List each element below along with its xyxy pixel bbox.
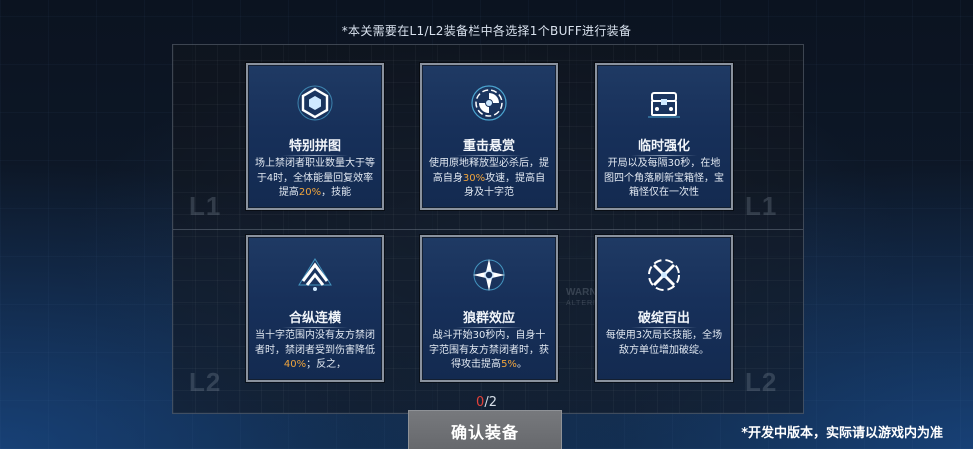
desc-text: 当十字范围内没有友方禁闭者时，禁闭者受到伤害降低 — [255, 330, 375, 356]
desc-text-tail: ，技能 — [321, 187, 352, 198]
desc-highlight: 5% — [501, 359, 517, 370]
card-description: 当十字范围内没有友方禁闭者时，禁闭者受到伤害降低 40%；反之， — [254, 329, 376, 375]
row-label-l2-left: L2 — [189, 367, 222, 397]
desc-text-tail: ；反之， — [306, 359, 347, 370]
card-title: 狼群效应 — [462, 311, 515, 326]
card-description: 开局以及每隔30秒，在地图四个角落刷新宝箱怪，宝箱怪仅在一次性 — [603, 157, 725, 203]
counter-total: /2 — [484, 395, 497, 410]
card-description: 每使用3次局长技能，全场敌方单位增加破绽。 — [603, 329, 725, 375]
desc-text: 每使用3次局长技能，全场敌方单位增加破绽。 — [605, 330, 723, 356]
card-description: 场上禁闭者职业数量大于等于4时，全体能量回复效率提高20%，技能 — [254, 157, 376, 203]
buff-card-heavy-bounty[interactable]: 重击悬赏 使用原地释放型必杀后，提高自身30%攻速，提高自身及十字范 — [420, 63, 558, 210]
buff-card-special-puzzle[interactable]: 特别拼图 场上禁闭者职业数量大于等于4时，全体能量回复效率提高20%，技能 — [246, 63, 384, 210]
confirm-equip-button[interactable]: 确认装备 — [408, 410, 562, 449]
spiral-target-icon — [471, 85, 507, 121]
desc-highlight: 40% — [283, 359, 307, 370]
desc-text: 战斗开始30秒内，自身十字范围有友方禁闭者时，获得攻击提高 — [429, 330, 549, 370]
card-separator — [456, 155, 522, 156]
crosshair-star-icon — [473, 259, 505, 291]
dev-version-footnote: *开发中版本，实际请以游戏内为准 — [741, 426, 943, 441]
desc-text: 开局以及每隔30秒，在地图四个角落刷新宝箱怪，宝箱怪仅在一次性 — [604, 158, 724, 198]
card-separator — [631, 327, 697, 328]
desc-highlight: 20% — [298, 187, 322, 198]
card-title: 特别拼图 — [288, 139, 341, 154]
treasure-chest-icon — [648, 92, 680, 118]
card-title: 临时强化 — [637, 139, 690, 154]
buff-card-alliance[interactable]: 合纵连横 当十字范围内没有友方禁闭者时，禁闭者受到伤害降低 40%；反之， — [246, 235, 384, 382]
card-title: 破绽百出 — [637, 311, 690, 326]
hex-puzzle-icon — [297, 85, 333, 121]
row-divider — [173, 229, 803, 230]
card-description: 使用原地释放型必杀后，提高自身30%攻速，提高自身及十字范 — [428, 157, 550, 203]
chevron-emblem-icon — [298, 258, 332, 291]
instruction-notice: *本关需要在L1/L2装备栏中各选择1个BUFF进行装备 — [341, 24, 632, 38]
card-separator — [282, 327, 348, 328]
card-description: 战斗开始30秒内，自身十字范围有友方禁闭者时，获得攻击提高5%。 — [428, 329, 550, 375]
row-label-l1-right: L1 — [745, 191, 778, 221]
card-separator — [282, 155, 348, 156]
card-title: 重击悬赏 — [462, 139, 515, 154]
buff-card-temp-enhance[interactable]: 临时强化 开局以及每隔30秒，在地图四个角落刷新宝箱怪，宝箱怪仅在一次性 — [595, 63, 733, 210]
selection-counter: 0/2 — [0, 395, 973, 410]
shattered-x-icon — [648, 259, 680, 291]
card-separator — [631, 155, 697, 156]
row-label-l2-right: L2 — [745, 367, 778, 397]
row-label-l1-left: L1 — [189, 191, 222, 221]
buff-card-wolfpack[interactable]: 狼群效应 战斗开始30秒内，自身十字范围有友方禁闭者时，获得攻击提高5%。 — [420, 235, 558, 382]
desc-text-tail: 。 — [516, 359, 527, 370]
buff-card-exposed-flaws[interactable]: 破绽百出 每使用3次局长技能，全场敌方单位增加破绽。 — [595, 235, 733, 382]
desc-highlight: 30% — [462, 172, 486, 184]
card-title: 合纵连横 — [288, 311, 341, 326]
card-separator — [456, 327, 522, 328]
buff-selection-screen: *本关需要在L1/L2装备栏中各选择1个BUFF进行装备 L1 L1 L2 L2… — [0, 0, 973, 449]
